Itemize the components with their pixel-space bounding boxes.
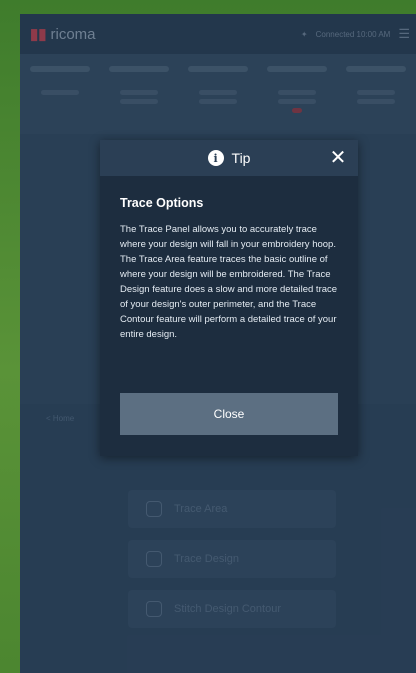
modal-header-title: Tip	[231, 150, 251, 166]
tip-modal: i Tip ✕ Trace Options The Trace Panel al…	[100, 140, 358, 456]
modal-body: Trace Options The Trace Panel allows you…	[100, 176, 358, 342]
modal-section-title: Trace Options	[120, 196, 204, 210]
modal-header: i Tip ✕	[100, 140, 358, 176]
close-button[interactable]: Close	[120, 393, 338, 435]
close-icon[interactable]: ✕	[328, 148, 348, 168]
info-icon: i	[207, 150, 224, 166]
modal-body-text: The Trace Panel allows you to accurately…	[120, 224, 338, 340]
